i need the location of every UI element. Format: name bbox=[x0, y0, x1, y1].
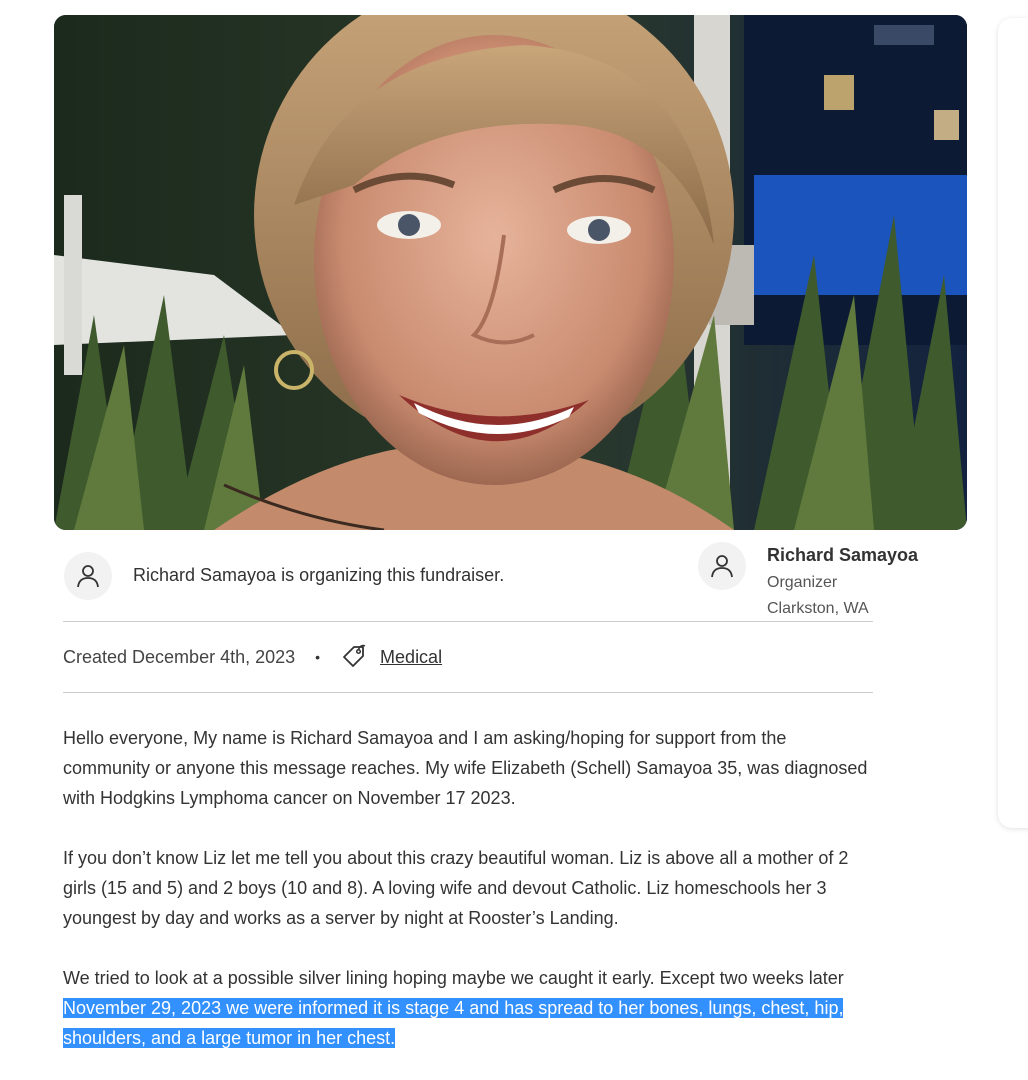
story-paragraph: If you don’t know Liz let me tell you ab… bbox=[63, 848, 849, 928]
organizer-card-avatar[interactable] bbox=[698, 542, 746, 590]
donation-sidebar-card bbox=[998, 18, 1028, 828]
organizer-role: Organizer bbox=[767, 574, 838, 591]
category-link[interactable]: Medical bbox=[380, 647, 442, 668]
meta-separator: • bbox=[315, 649, 321, 665]
organizer-location: Clarkston, WA bbox=[767, 600, 869, 617]
story-paragraph: We tried to look at a possible silver li… bbox=[63, 963, 873, 1053]
created-date: Created December 4th, 2023 bbox=[63, 646, 296, 667]
story-text: We tried to look at a possible silver li… bbox=[63, 968, 844, 988]
fundraiser-page: Richard Samayoa is organizing this fundr… bbox=[0, 0, 1028, 1080]
organizer-name[interactable]: Richard Samayoa bbox=[767, 545, 918, 566]
fundraiser-story: Hello everyone, My name is Richard Samay… bbox=[63, 723, 873, 1080]
selected-text[interactable]: November 29, 2023 we were informed it is… bbox=[63, 998, 844, 1048]
divider bbox=[63, 692, 873, 693]
divider bbox=[63, 621, 873, 622]
tag-icon bbox=[343, 644, 366, 667]
person-icon bbox=[77, 565, 99, 588]
organizer-avatar bbox=[64, 552, 112, 600]
story-paragraph: Hello everyone, My name is Richard Samay… bbox=[63, 728, 868, 808]
fundraiser-meta: Created December 4th, 2023 • Medical bbox=[63, 641, 442, 673]
organizer-statement: Richard Samayoa is organizing this fundr… bbox=[133, 565, 505, 585]
hero-photo bbox=[54, 15, 967, 530]
person-icon bbox=[711, 555, 733, 578]
